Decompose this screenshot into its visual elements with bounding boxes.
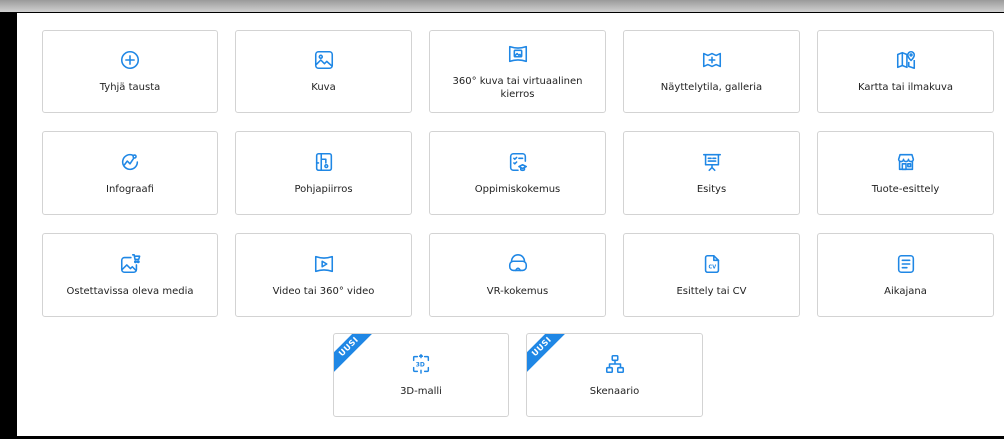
card-label: Esitys xyxy=(696,183,727,195)
card-label: Oppimiskokemus xyxy=(474,183,561,195)
exhibition-map-icon xyxy=(701,49,723,71)
floorplan-icon xyxy=(313,151,335,173)
image-icon xyxy=(313,49,335,71)
card-label: Pohjapiirros xyxy=(294,183,353,195)
card-label: Tyhjä tausta xyxy=(99,82,161,93)
card-label: Kuva xyxy=(311,82,336,93)
template-card-purchasable-media[interactable]: Ostettavissa oleva media xyxy=(42,233,218,317)
template-card-cv[interactable]: CV Esittely tai CV xyxy=(623,233,800,317)
card-label: Video tai 360° video xyxy=(272,285,375,297)
card-label: Skenaario xyxy=(589,385,640,397)
svg-text:3D: 3D xyxy=(416,361,425,368)
template-card-infographic[interactable]: Infograafi xyxy=(42,131,218,215)
store-icon xyxy=(895,151,917,173)
card-label: Infograafi xyxy=(106,183,154,195)
card-label: VR-kokemus xyxy=(486,285,549,297)
card-label: Tuote-esittely xyxy=(871,183,940,195)
cv-document-icon: CV xyxy=(701,253,723,275)
template-card-timeline[interactable]: Aikajana xyxy=(817,233,994,317)
template-card-blank[interactable]: Tyhjä tausta xyxy=(42,30,218,113)
new-badge: UUSI xyxy=(334,334,379,377)
panorama-icon xyxy=(507,43,529,65)
template-card-product[interactable]: Tuote-esittely xyxy=(817,131,994,215)
template-card-map[interactable]: Kartta tai ilmakuva xyxy=(817,30,994,113)
template-card-learning[interactable]: Oppimiskokemus xyxy=(429,131,606,215)
svg-text:CV: CV xyxy=(708,264,716,270)
card-label: 3D-malli xyxy=(400,385,442,397)
learning-icon xyxy=(507,151,529,173)
new-badge: UUSI xyxy=(527,334,572,377)
card-label: Aikajana xyxy=(884,285,927,297)
plus-circle-icon xyxy=(119,49,141,71)
template-card-floorplan[interactable]: Pohjapiirros xyxy=(235,131,412,215)
card-label: Esittely tai CV xyxy=(676,285,747,297)
template-card-exhibition[interactable]: Näyttelytila, galleria xyxy=(623,30,800,113)
template-card-vr[interactable]: VR-kokemus xyxy=(429,233,606,317)
template-card-presentation[interactable]: Esitys xyxy=(623,131,800,215)
map-pin-icon xyxy=(895,49,917,71)
window-top-bar xyxy=(0,0,1004,12)
infographic-icon xyxy=(119,151,141,173)
template-panel: Tyhjä tausta Kuva 360° kuva tai virtuaal… xyxy=(17,13,1004,436)
shop-media-icon xyxy=(119,253,141,275)
3d-model-icon: 3D xyxy=(410,353,432,375)
template-card-video[interactable]: Video tai 360° video xyxy=(235,233,412,317)
video-icon xyxy=(313,253,335,275)
card-label: 360° kuva tai virtuaalinen kierros xyxy=(452,75,583,100)
timeline-icon xyxy=(895,253,917,275)
vr-headset-icon xyxy=(507,253,529,275)
template-card-3d-model[interactable]: UUSI 3D 3D-malli xyxy=(333,333,509,417)
scenario-icon xyxy=(604,353,626,375)
presentation-icon xyxy=(701,151,723,173)
template-card-360-image[interactable]: 360° kuva tai virtuaalinen kierros xyxy=(429,30,606,113)
card-label: Näyttelytila, galleria xyxy=(660,82,763,93)
template-card-scenario[interactable]: UUSI Skenaario xyxy=(526,333,703,417)
card-label: Ostettavissa oleva media xyxy=(66,285,194,297)
card-label: Kartta tai ilmakuva xyxy=(857,82,954,93)
template-card-image[interactable]: Kuva xyxy=(235,30,412,113)
